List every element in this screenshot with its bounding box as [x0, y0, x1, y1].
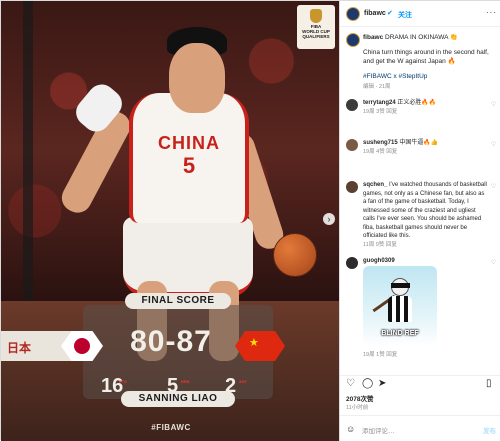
verified-badge-icon: ✔	[387, 10, 393, 17]
score-card: 80-87 ★ 16 PTS 5 REB 2 AST FINAL SCORE SANN…	[61, 293, 285, 407]
commenter-username[interactable]: sqchen_	[363, 182, 387, 188]
comment-like-icon[interactable]: ♡	[491, 101, 496, 110]
commenter-avatar[interactable]	[346, 257, 358, 269]
share-icon[interactable]: ➤	[378, 379, 386, 389]
hoop-post	[23, 1, 33, 301]
comment-text-block: susheng715 中国牛逼🔥👍 19周 4赞 回复	[363, 139, 487, 156]
add-comment-bar: ☺ 添加评论… 发布	[340, 415, 500, 441]
player-name-label: SANNING LIAO	[121, 391, 235, 407]
comment-icon[interactable]: ◯	[362, 379, 373, 389]
post-date: 11小时前	[346, 405, 369, 411]
comment-text-block: guogh0309	[363, 257, 487, 266]
heart-icon[interactable]: ♡	[346, 379, 355, 389]
comment-like-icon[interactable]: ♡	[491, 259, 496, 268]
caption-headline: DRAMA IN OKINAWA 👏	[385, 34, 459, 41]
commenter-avatar[interactable]	[346, 99, 358, 111]
commenter-avatar[interactable]	[346, 181, 358, 193]
image-hashtag: #FIBAWC	[151, 423, 191, 432]
account-username[interactable]: fibawc	[364, 10, 386, 17]
caption-avatar[interactable]	[346, 33, 360, 47]
carousel-next-button[interactable]: ›	[323, 213, 335, 225]
sticker-caption: BLIND REF	[381, 330, 419, 337]
emoji-icon[interactable]: ☺	[346, 424, 355, 434]
caption-meta: 编辑 · 21周	[363, 84, 391, 90]
comment-text-block: sqchen_ I've watched thousands of basket…	[363, 181, 487, 249]
post-image[interactable]: 日本 CHINA 5 FIBA WORLD CUP QUALIFIERS › 8…	[1, 1, 339, 441]
stat-label: AST	[239, 379, 247, 384]
post-comment-button[interactable]: 发布	[483, 425, 496, 435]
trophy-icon	[310, 9, 322, 23]
caption-body: China turn things around in the second h…	[363, 49, 489, 65]
comment-text: 中国牛逼🔥👍	[399, 140, 439, 146]
comment-text: I've watched thousands of basketball gam…	[363, 182, 487, 239]
caption-text-block: fibawc DRAMA IN OKINAWA 👏 China turn thi…	[363, 33, 497, 92]
bookmark-icon[interactable]: ▯	[486, 379, 492, 389]
jersey-text: CHINA	[158, 133, 220, 153]
jersey-number: 5	[182, 153, 196, 178]
blind-ref-sticker[interactable]: BLIND REF	[363, 266, 437, 346]
comment-input[interactable]: 添加评论…	[362, 425, 395, 435]
caption-username[interactable]: fibawc	[363, 34, 383, 41]
like-count[interactable]: 2078次赞	[346, 393, 373, 403]
comment-meta: 19周 1赞 回复	[363, 352, 398, 358]
referee-body	[388, 296, 412, 322]
comment-text-block: terrytang24 正义必胜🔥🔥 19周 3赞 回复	[363, 99, 487, 116]
stat-label: PTS	[119, 379, 127, 384]
commenter-username[interactable]: susheng715	[363, 140, 398, 146]
comment-meta: 11周 9赞 回复	[363, 241, 397, 248]
comment-like-icon[interactable]: ♡	[491, 141, 496, 150]
more-options-icon[interactable]: ···	[486, 8, 497, 17]
stat-label: REB	[181, 379, 190, 384]
follow-button[interactable]: 关注	[398, 10, 412, 20]
basketball	[273, 233, 317, 277]
post-header: fibawc ✔ 关注 ···	[340, 1, 500, 27]
player-head	[169, 43, 225, 113]
action-bar: ♡ ◯ ➤ ▯	[340, 375, 500, 391]
post-sidebar: fibawc ✔ 关注 ··· fibawc DRAMA IN OKINAWA …	[339, 1, 500, 441]
final-score-label: FINAL SCORE	[125, 293, 231, 309]
comment-like-icon[interactable]: ♡	[491, 183, 496, 192]
comment-meta: 19周 3赞 回复	[363, 108, 398, 115]
blindfold	[391, 283, 410, 288]
logo-line-3: QUALIFIERS	[302, 34, 330, 39]
world-cup-logo: FIBA WORLD CUP QUALIFIERS	[297, 5, 335, 49]
commenter-avatar[interactable]	[346, 139, 358, 151]
instagram-post-window: 日本 CHINA 5 FIBA WORLD CUP QUALIFIERS › 8…	[0, 0, 500, 441]
stat-points: 16 PTS	[101, 375, 127, 398]
commenter-username[interactable]: guogh0309	[363, 258, 395, 264]
comment-text: 正义必胜🔥🔥	[397, 100, 437, 106]
commenter-username[interactable]: terrytang24	[363, 100, 396, 106]
final-score: 80-87	[130, 325, 212, 358]
china-flag-icon: ★	[235, 331, 285, 361]
caption-hashtags[interactable]: #FIBAWC x #StepItUp	[363, 72, 497, 81]
score-box: 80-87 ★ 16 PTS 5 REB 2 AST	[61, 305, 285, 399]
account-avatar[interactable]	[346, 7, 360, 21]
comment-meta: 19周 4赞 回复	[363, 148, 398, 155]
